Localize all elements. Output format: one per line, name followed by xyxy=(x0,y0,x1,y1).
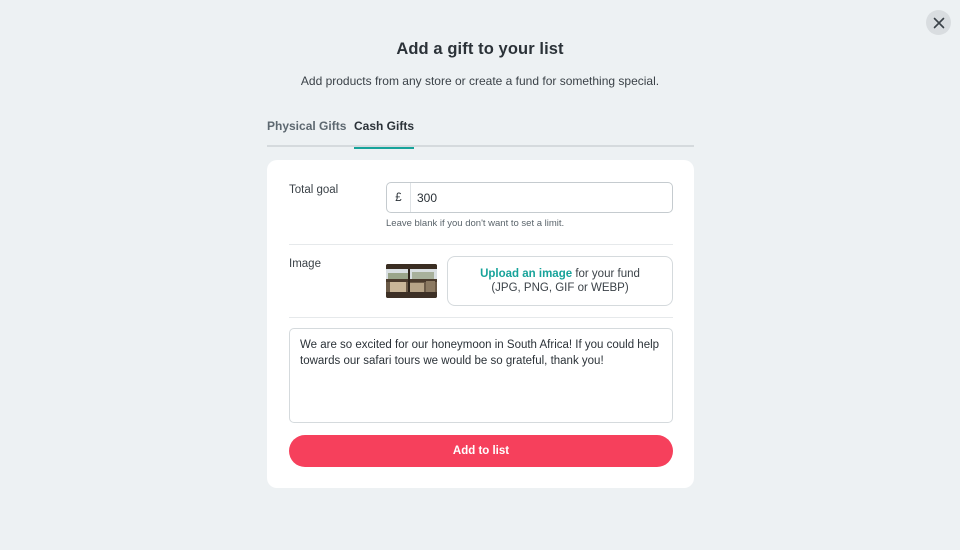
total-goal-label: Total goal xyxy=(289,184,339,196)
divider xyxy=(289,317,673,318)
safari-photo-thumbnail xyxy=(386,264,437,298)
total-goal-field: £ xyxy=(386,182,673,213)
gift-type-tabs: Physical Gifts Cash Gifts xyxy=(267,117,694,149)
tab-cash-gifts[interactable]: Cash Gifts xyxy=(354,117,415,149)
image-label: Image xyxy=(289,258,321,270)
total-goal-input[interactable] xyxy=(411,183,672,212)
gift-message-textarea[interactable]: We are so excited for our honeymoon in S… xyxy=(289,328,673,423)
upload-text: for your fund xyxy=(572,268,640,280)
tab-physical-gifts[interactable]: Physical Gifts xyxy=(267,117,346,147)
image-thumbnail xyxy=(386,264,437,298)
cash-gift-form: Total goal £ Leave blank if you don't wa… xyxy=(267,160,694,488)
modal-subtitle: Add products from any store or create a … xyxy=(300,74,660,88)
currency-symbol: £ xyxy=(387,183,411,212)
upload-line: Upload an image for your fund xyxy=(448,267,672,281)
close-button[interactable] xyxy=(926,10,951,35)
upload-image-link[interactable]: Upload an image xyxy=(480,268,572,280)
upload-formats: (JPG, PNG, GIF or WEBP) xyxy=(491,282,629,294)
add-to-list-button[interactable]: Add to list xyxy=(289,435,673,467)
close-icon xyxy=(933,17,944,28)
total-goal-hint: Leave blank if you don't want to set a l… xyxy=(386,218,565,229)
add-gift-modal: Add a gift to your list Add products fro… xyxy=(0,0,960,550)
modal-title: Add a gift to your list xyxy=(396,40,564,58)
divider xyxy=(289,244,673,245)
image-upload-dropzone[interactable]: Upload an image for your fund (JPG, PNG,… xyxy=(447,256,673,306)
